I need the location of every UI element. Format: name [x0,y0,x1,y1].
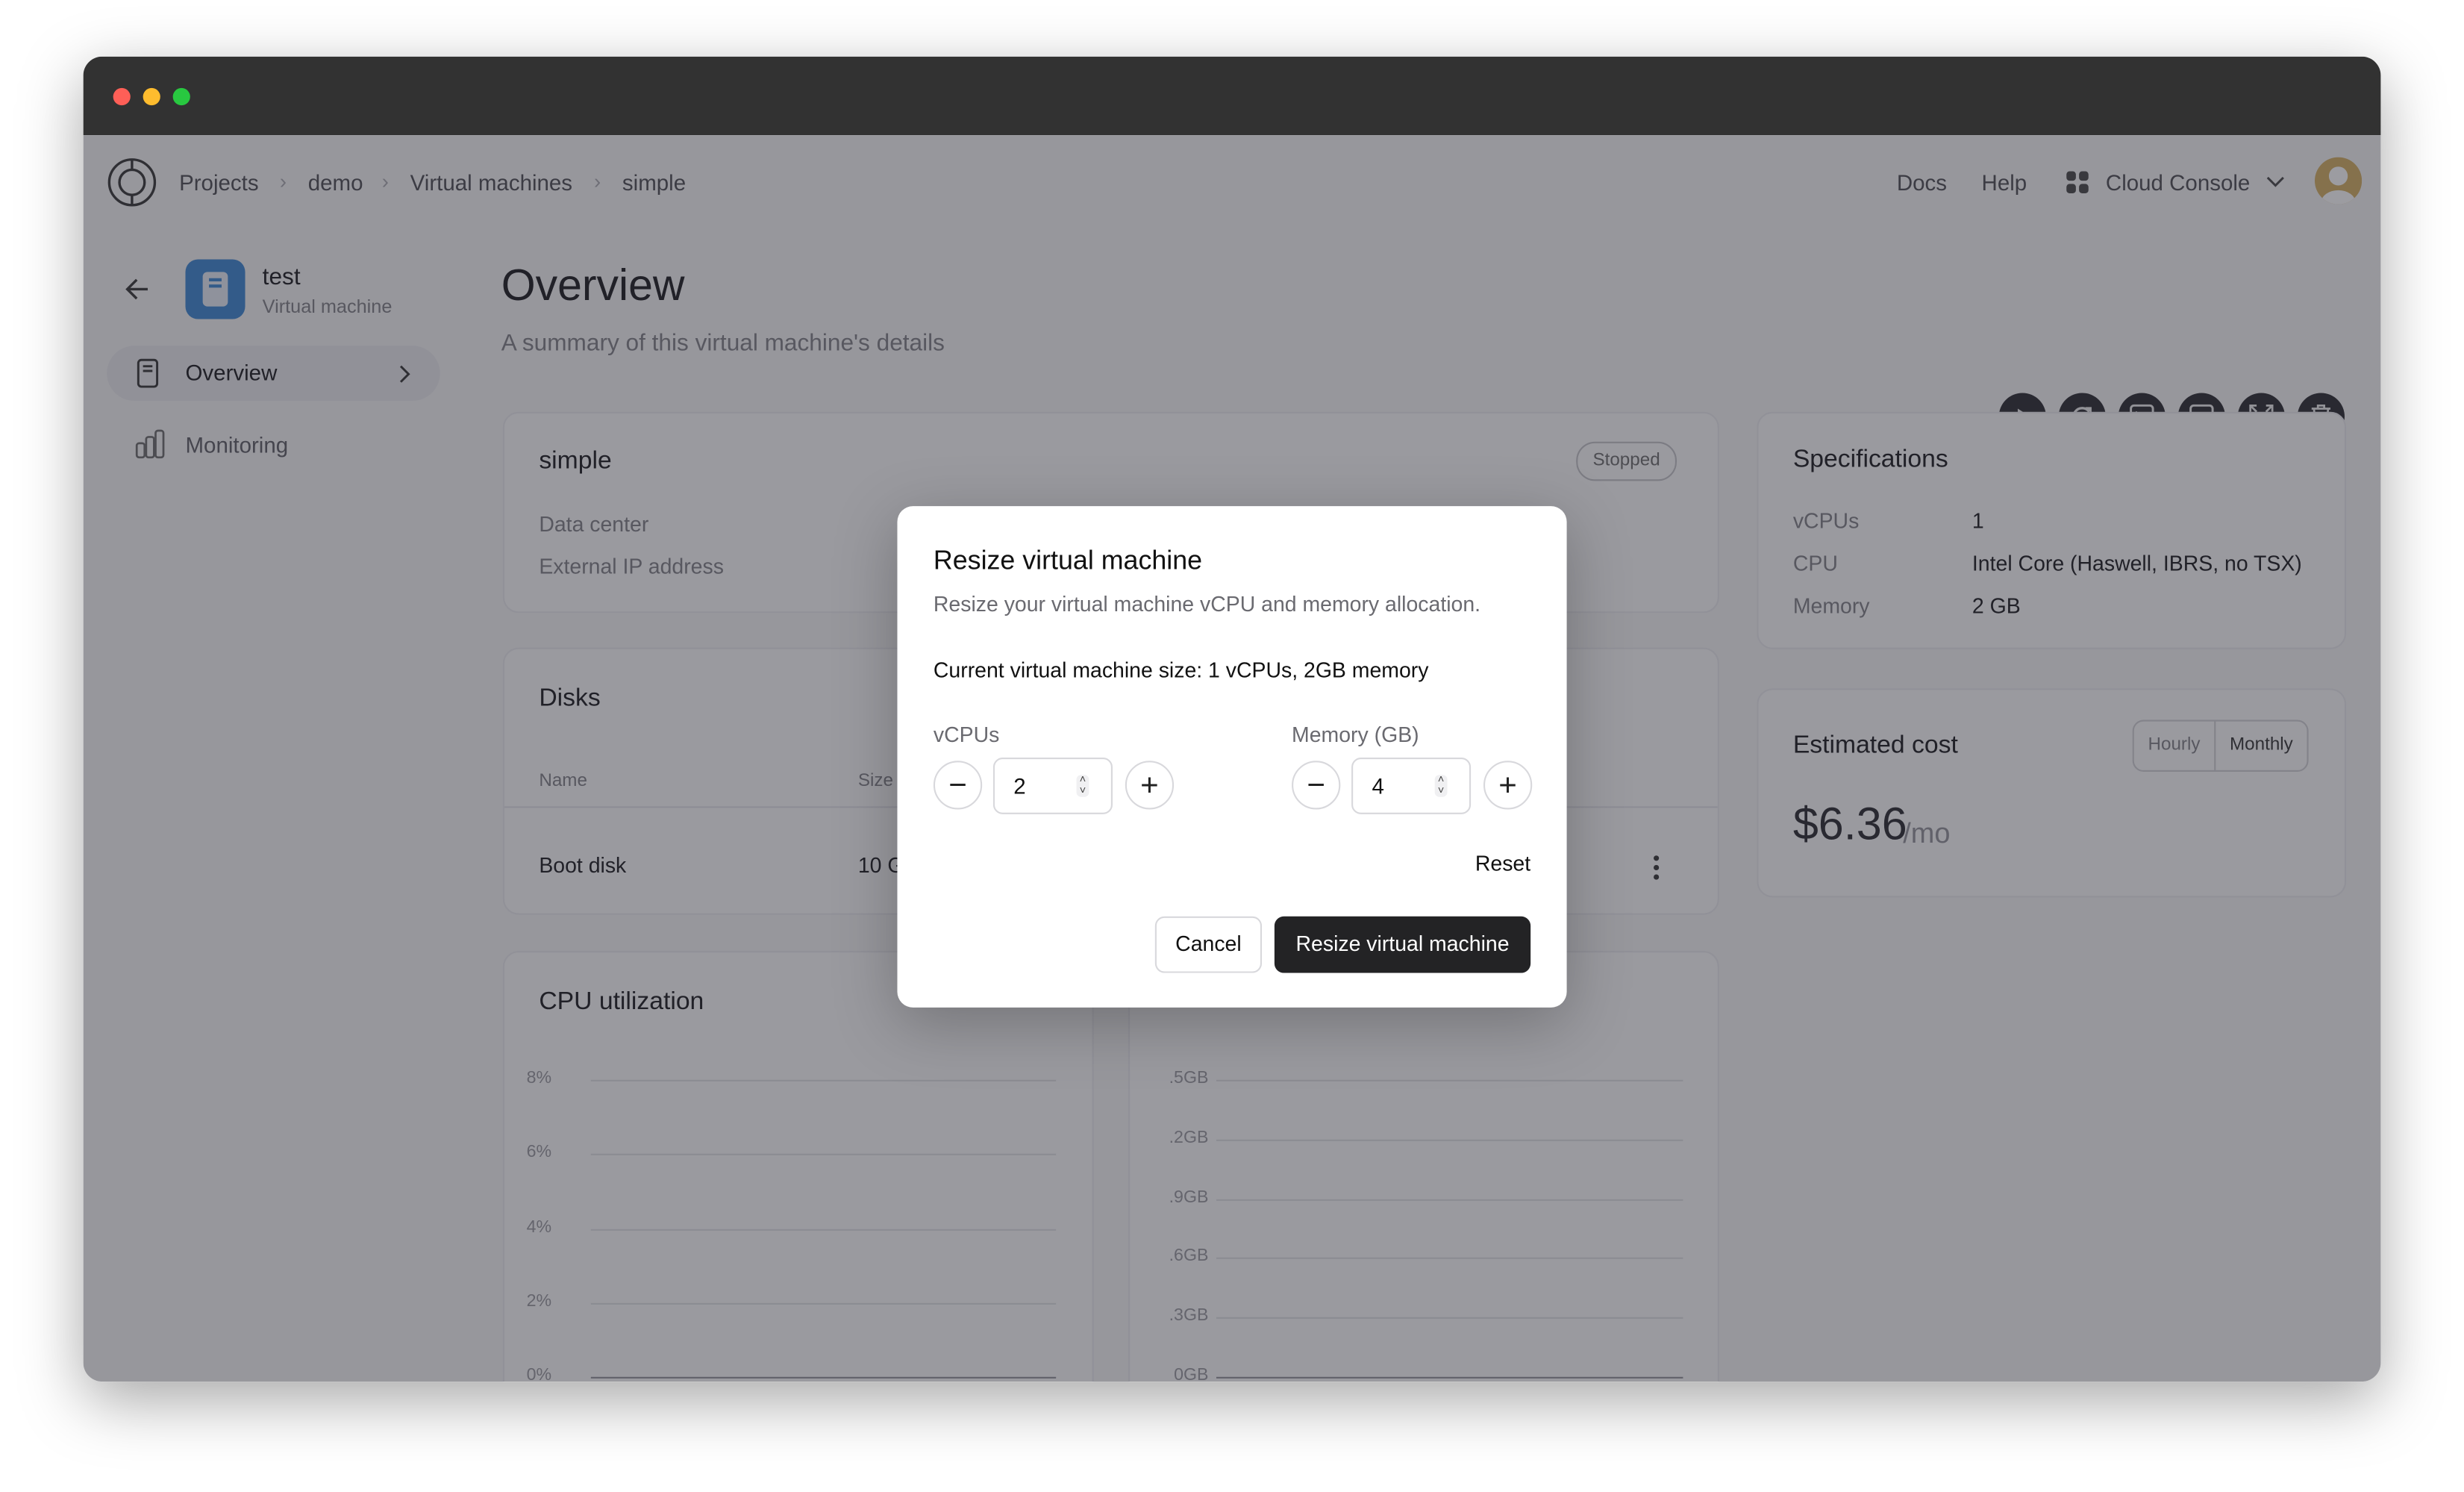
minimize-window-button[interactable] [143,87,160,106]
minus-icon: − [948,767,967,803]
close-window-button[interactable] [113,87,131,106]
vcpu-increment-button[interactable]: + [1125,761,1175,810]
plus-icon: + [1498,767,1517,803]
app-window: Projects › demo › Virtual machines › sim… [83,56,2381,1382]
dialog-title: Resize virtual machine [933,545,1203,575]
app-content: Projects › demo › Virtual machines › sim… [83,135,2381,1382]
plus-icon: + [1140,767,1159,803]
title-bar [83,56,2381,136]
memory-value: 4 [1372,773,1384,799]
spinner-arrows-icon[interactable]: ˄ ˅ [1434,775,1448,797]
memory-increment-button[interactable]: + [1483,761,1533,810]
vcpu-input[interactable]: 2 ˄ ˅ [992,758,1113,814]
memory-label: Memory (GB) [1292,722,1419,747]
vcpus-label: vCPUs [933,722,1000,747]
vcpu-decrement-button[interactable]: − [933,761,983,810]
cancel-button[interactable]: Cancel [1154,916,1263,973]
reset-button[interactable]: Reset [1475,852,1530,875]
dialog-description: Resize your virtual machine vCPU and mem… [933,592,1481,617]
memory-decrement-button[interactable]: − [1292,761,1341,810]
minus-icon: − [1307,767,1325,803]
resize-submit-button[interactable]: Resize virtual machine [1274,916,1531,973]
vcpu-value: 2 [1013,773,1026,799]
spinner-arrows-icon[interactable]: ˄ ˅ [1076,775,1089,797]
current-size-text: Current virtual machine size: 1 vCPUs, 2… [933,658,1429,682]
resize-dialog: Resize virtual machine Resize your virtu… [897,506,1567,1008]
maximize-window-button[interactable] [172,87,190,106]
memory-input[interactable]: 4 ˄ ˅ [1351,758,1472,814]
